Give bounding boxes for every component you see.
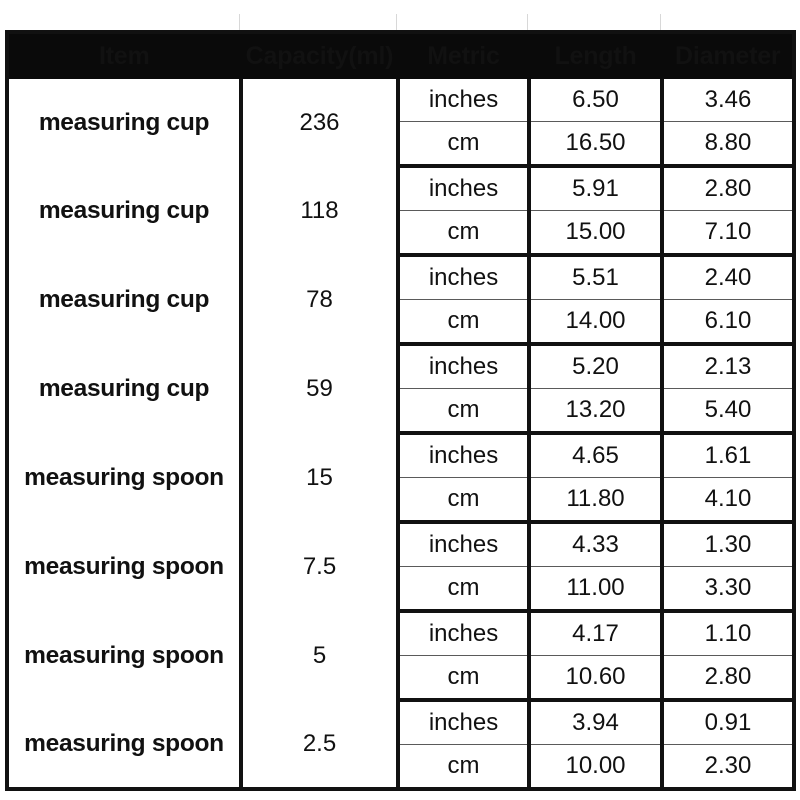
cell-cm-metric: cm bbox=[398, 121, 531, 168]
cell-cm-length: 14.00 bbox=[529, 299, 664, 346]
cell-capacity: 7.5 bbox=[241, 522, 400, 611]
cell-inches-metric: inches bbox=[398, 522, 531, 567]
cell-cm-length: 10.60 bbox=[529, 655, 664, 702]
cell-capacity: 118 bbox=[241, 166, 400, 255]
cell-cm-length: 15.00 bbox=[529, 210, 664, 257]
cell-cm-length: 13.20 bbox=[529, 388, 664, 435]
cell-inches-diameter: 2.80 bbox=[662, 166, 794, 211]
cell-inches-length: 3.94 bbox=[529, 700, 664, 745]
table-header: Item Capacity(ml) Metric Length Diameter bbox=[7, 32, 794, 79]
cell-item: measuring spoon bbox=[7, 522, 243, 611]
cell-item: measuring spoon bbox=[7, 433, 243, 522]
cell-inches-metric: inches bbox=[398, 255, 531, 300]
table-row: measuring spoon 5 inches 4.17 1.10 bbox=[7, 611, 794, 700]
cell-capacity: 59 bbox=[241, 344, 400, 433]
cell-inches-metric: inches bbox=[398, 166, 531, 211]
cell-inches-diameter: 2.13 bbox=[662, 344, 794, 389]
cell-cm-length: 16.50 bbox=[529, 121, 664, 168]
column-guide-tick bbox=[239, 14, 240, 30]
cell-inches-length: 5.20 bbox=[529, 344, 664, 389]
cell-cm-diameter: 8.80 bbox=[662, 121, 794, 168]
cell-capacity: 2.5 bbox=[241, 700, 400, 789]
cell-cm-metric: cm bbox=[398, 744, 531, 789]
cell-capacity: 5 bbox=[241, 611, 400, 700]
cell-item: measuring spoon bbox=[7, 700, 243, 789]
cell-cm-metric: cm bbox=[398, 299, 531, 346]
cell-item: measuring cup bbox=[7, 255, 243, 344]
column-guide-tick bbox=[660, 14, 661, 30]
column-header-diameter: Diameter bbox=[662, 32, 794, 79]
cell-inches-diameter: 2.40 bbox=[662, 255, 794, 300]
cell-item: measuring spoon bbox=[7, 611, 243, 700]
cell-capacity: 236 bbox=[241, 79, 400, 166]
cell-capacity: 78 bbox=[241, 255, 400, 344]
cell-cm-diameter: 4.10 bbox=[662, 477, 794, 524]
cell-cm-diameter: 2.30 bbox=[704, 752, 752, 780]
cell-cm-metric: cm bbox=[398, 566, 531, 613]
cell-inches-diameter: 3.46 bbox=[662, 79, 794, 122]
cell-cm-diameter: 6.10 bbox=[662, 299, 794, 346]
cell-inches-metric: inches bbox=[398, 79, 531, 122]
table-row: measuring spoon 7.5 inches 4.33 1.30 bbox=[7, 522, 794, 611]
column-header-capacity: Capacity(ml) bbox=[241, 32, 400, 79]
cell-cm-metric: cm bbox=[398, 477, 531, 524]
cell-inches-length: 5.91 bbox=[529, 166, 664, 211]
cell-cm-length: 11.80 bbox=[529, 477, 664, 524]
table-row: measuring cup 236 inches 6.50 3.46 bbox=[7, 79, 794, 166]
screenshot-canvas: Item Capacity(ml) Metric Length Diameter… bbox=[0, 0, 800, 800]
cell-inches-metric: inches bbox=[398, 700, 531, 745]
cell-cm-length: 11.00 bbox=[529, 566, 664, 613]
table-row: measuring cup 118 inches 5.91 2.80 bbox=[7, 166, 794, 255]
cell-inches-diameter: 0.91 bbox=[662, 700, 794, 745]
table-body: measuring cup 236 inches 6.50 3.46 cm 16.50 8.8… bbox=[7, 79, 794, 789]
column-guide-tick bbox=[396, 14, 397, 30]
cell-inches-length: 5.51 bbox=[529, 255, 664, 300]
cell-cm-diameter: 7.10 bbox=[662, 210, 794, 257]
table-row: measuring spoon 2.5 inches 3.94 0.91 bbox=[7, 700, 794, 789]
table-row: measuring cup 78 inches 5.51 2.40 bbox=[7, 255, 794, 344]
cell-capacity: 15 bbox=[241, 433, 400, 522]
cell-inches-diameter: 1.10 bbox=[662, 611, 794, 656]
column-header-length: Length bbox=[529, 32, 664, 79]
cell-cm-metric: cm bbox=[398, 210, 531, 257]
cell-inches-metric: inches bbox=[398, 611, 531, 656]
column-header-metric: Metric bbox=[398, 32, 531, 79]
column-header-item: Item bbox=[7, 32, 243, 79]
size-chart-table: Item Capacity(ml) Metric Length Diameter… bbox=[5, 30, 796, 791]
cell-cm-length: 10.00 bbox=[529, 744, 664, 789]
table-header-row: Item Capacity(ml) Metric Length Diameter bbox=[7, 32, 794, 79]
column-guide-tick bbox=[527, 14, 528, 30]
cell-item: measuring cup bbox=[7, 166, 243, 255]
table-row: measuring cup 59 inches 5.20 2.13 bbox=[7, 344, 794, 433]
cell-cm-diameter: 2.80 bbox=[662, 655, 794, 702]
cell-inches-metric: inches bbox=[398, 344, 531, 389]
cell-cm-diameter: 3.30 bbox=[662, 566, 794, 613]
cell-item: measuring cup bbox=[7, 79, 243, 166]
cell-cm-diameter: 5.40 bbox=[662, 388, 794, 435]
cell-inches-length: 4.65 bbox=[529, 433, 664, 478]
cell-item: measuring cup bbox=[7, 344, 243, 433]
cell-cm-metric: cm bbox=[398, 655, 531, 702]
cell-inches-metric: inches bbox=[398, 433, 531, 478]
cell-inches-length: 6.50 bbox=[529, 79, 664, 122]
cell-cm-metric: cm bbox=[398, 388, 531, 435]
cell-inches-diameter: 1.30 bbox=[662, 522, 794, 567]
cell-inches-length: 4.17 bbox=[529, 611, 664, 656]
cell-inches-diameter: 1.61 bbox=[662, 433, 794, 478]
cell-inches-length: 4.33 bbox=[529, 522, 664, 567]
table-row: measuring spoon 15 inches 4.65 1.61 bbox=[7, 433, 794, 522]
